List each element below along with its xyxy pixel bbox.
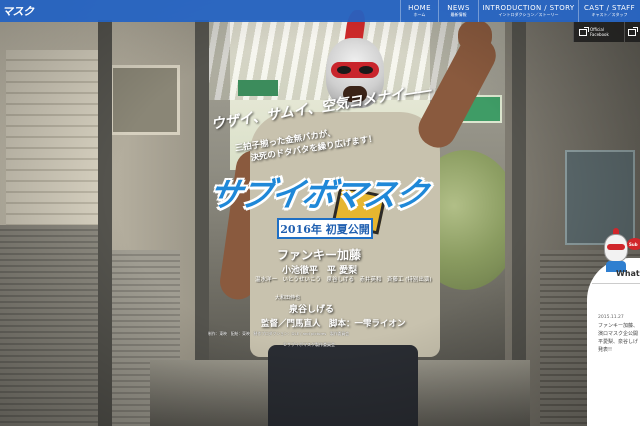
main-nav: HOME ホーム NEWS 最新情報 INTRODUCTION / STORY … [400, 0, 640, 22]
supporting-cast-extra: 大和田伸也 [275, 295, 301, 301]
release-badge: 2016年 初夏公開 [277, 218, 373, 239]
nav-intro-sublabel: イントロダクション／ストーリー [498, 12, 559, 17]
mascot-eyes [607, 244, 625, 250]
nav-cast-staff[interactable]: CAST / STAFF キャスト／スタッフ [578, 0, 640, 22]
nav-home[interactable]: HOME ホーム [400, 0, 438, 22]
supporting-cast: 小池徹平 平 愛梨 [282, 266, 358, 276]
facebook-label: Official Facebook [590, 27, 609, 37]
nav-news[interactable]: NEWS 最新情報 [438, 0, 478, 22]
divider [592, 283, 640, 284]
whats-new-title: What's [616, 269, 640, 278]
nav-intro-label: INTRODUCTION / STORY [482, 4, 575, 12]
copyright-notice: ©サブイボマスク製作委員会 [283, 342, 335, 347]
nav-cast-sublabel: キャスト／スタッフ [591, 12, 628, 17]
news-date: 2015.11.27 [598, 315, 624, 320]
site-logo[interactable]: マスク [0, 0, 70, 22]
site-logo-text: マスク [2, 5, 34, 18]
nav-cast-label: CAST / STAFF [583, 4, 636, 12]
production-credits: 制作：東映 配給：東映 制作プロダクション：DLE / and pictures… [208, 331, 350, 336]
nav-news-label: NEWS [447, 4, 470, 12]
speech-bubble: Sub [627, 238, 640, 250]
nav-introduction-story[interactable]: INTRODUCTION / STORY イントロダクション／ストーリー [478, 0, 578, 22]
lead-cast: ファンキー加藤 [277, 248, 362, 262]
news-item-text[interactable]: ファンキー加藤、 演ロマスク企公開 平愛梨、泉谷しげ 発表!! [598, 322, 640, 354]
director-credit: 監督／門馬直人 脚本：一雫ライオン [261, 319, 406, 329]
external-link-icon [579, 26, 589, 36]
nav-news-sublabel: 最新情報 [450, 12, 467, 17]
movie-title-logo: サブイボマスク [205, 175, 430, 214]
social-links: Official Facebook [573, 22, 640, 42]
external-link-icon [628, 26, 638, 36]
mascot-icon [600, 228, 632, 272]
facebook-link[interactable]: Official Facebook [573, 22, 624, 42]
supporting-cast-list: 温水洋一 いとうせいこう 泉谷しげる 赤井英和 斉藤工 (特別出演) [255, 277, 432, 283]
nav-home-sublabel: ホーム [413, 12, 426, 17]
twitter-link[interactable] [624, 22, 640, 42]
top-navigation-bar: マスク HOME ホーム NEWS 最新情報 INTRODUCTION / ST… [0, 0, 640, 22]
nav-home-label: HOME [408, 4, 431, 12]
special-cast: 泉谷しげる [289, 305, 335, 315]
